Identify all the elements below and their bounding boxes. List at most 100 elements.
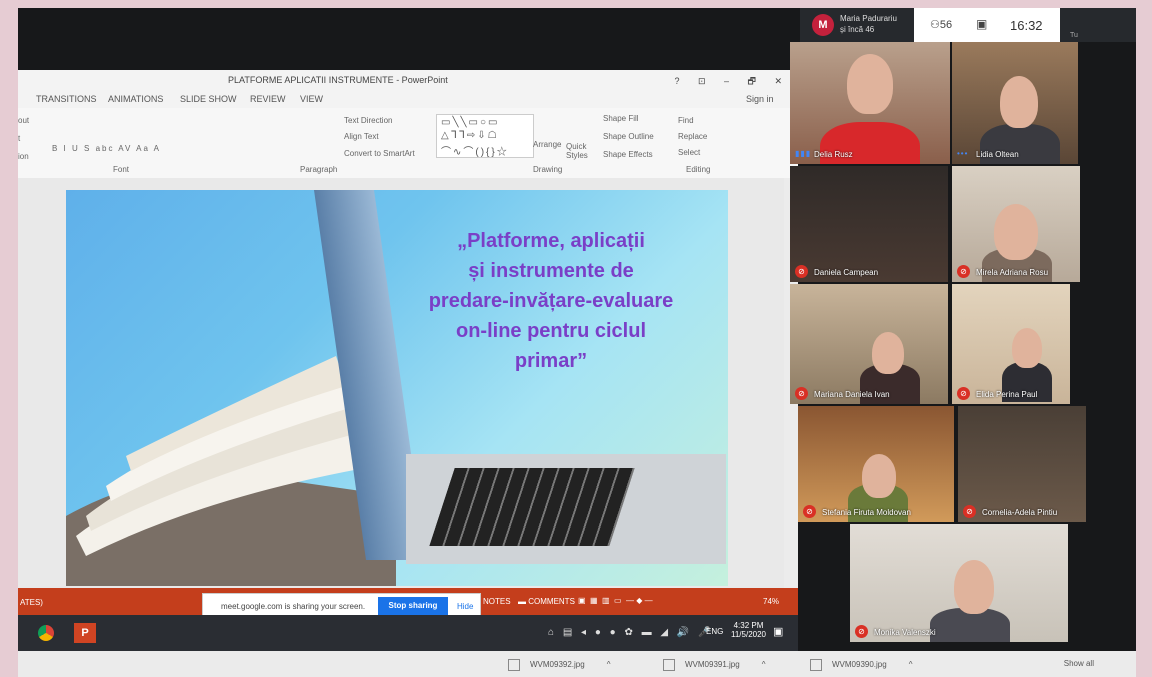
- share-message: meet.google.com is sharing your screen.: [221, 602, 366, 611]
- avatar[interactable]: M: [812, 14, 834, 36]
- participant-tile[interactable]: ⊘ Mariana Daniela Ivan: [790, 284, 948, 404]
- mic-off-icon: ⊘: [795, 387, 808, 400]
- slide-title-line: „Platforme, aplicații: [457, 230, 645, 252]
- keyboard-keys: [429, 468, 635, 546]
- speaking-icon: •••: [957, 149, 969, 158]
- people-icon[interactable]: ⚇56: [930, 18, 952, 31]
- meet-header: M Maria Padurariu și încă 46 ⚇56 ▣ 16:32…: [800, 8, 1136, 42]
- view-buttons[interactable]: ▣ ▦ ▥ ▭ — ◆ —: [578, 596, 668, 605]
- participant-tile[interactable]: ⊘ Monika Valenszki: [850, 524, 1068, 642]
- notifications-icon[interactable]: ▣: [773, 625, 783, 638]
- participant-tile[interactable]: ⊘ Daniela Campean: [790, 166, 948, 282]
- sign-in-link[interactable]: Sign in: [746, 94, 774, 104]
- tab-animations[interactable]: ANIMATIONS: [108, 94, 163, 104]
- chevron-up-icon[interactable]: ^: [762, 660, 766, 669]
- presenter-info: Maria Padurariu și încă 46: [840, 13, 897, 35]
- participant-name: Mirela Adriana Rosu: [976, 268, 1049, 277]
- participant-face: [954, 560, 994, 614]
- mic-off-icon: ⊘: [957, 265, 970, 278]
- align-text-button[interactable]: Align Text: [344, 132, 379, 141]
- participant-name: Stefania Firuta Moldovan: [822, 508, 911, 517]
- ribbon-side-label: ion: [18, 152, 29, 161]
- chevron-up-icon[interactable]: ^: [607, 660, 611, 669]
- shape-outline-button[interactable]: Shape Outline: [603, 132, 654, 141]
- replace-button[interactable]: Replace: [678, 132, 707, 141]
- download-item[interactable]: WVM09390.jpg ^: [810, 659, 912, 671]
- slide-title-line: primar”: [514, 350, 588, 372]
- slide-title-line: și instrumente de: [468, 260, 634, 282]
- participant-tile[interactable]: ⊘ Cornelia-Adela Pintiu: [958, 406, 1086, 522]
- mic-off-icon: ⊘: [803, 505, 816, 518]
- comments-label: COMMENTS: [528, 597, 575, 606]
- shape-fill-button[interactable]: Shape Fill: [603, 114, 639, 123]
- font-format-buttons[interactable]: B I U S abc AV Aa A: [52, 144, 161, 153]
- laptop-keyboard-image: [406, 454, 726, 564]
- image-file-icon: [663, 659, 675, 671]
- tab-view[interactable]: VIEW: [300, 94, 323, 104]
- participant-face: [847, 54, 893, 114]
- participant-tile[interactable]: ••• Lidia Oltean: [952, 42, 1078, 164]
- stop-sharing-button[interactable]: Stop sharing: [378, 597, 448, 615]
- drawing-group-label: Drawing: [533, 165, 563, 174]
- hide-button[interactable]: Hide: [457, 602, 473, 611]
- participant-tile[interactable]: ⊘ Stefania Firuta Moldovan: [798, 406, 954, 522]
- participant-face: [1012, 328, 1042, 368]
- slide-canvas: „Platforme, aplicații și instrumente de …: [18, 178, 798, 588]
- text-direction-button[interactable]: Text Direction: [344, 116, 392, 125]
- mic-off-icon: ⊘: [855, 625, 868, 638]
- font-group-label: Font: [113, 165, 130, 174]
- powerpoint-title-bar: PLATFORME APLICATII INSTRUMENTE - PowerP…: [18, 70, 798, 90]
- participant-name: Elida Perina Paul: [976, 390, 1038, 399]
- chat-icon[interactable]: ▣: [976, 17, 987, 31]
- system-tray-icons[interactable]: ⌂ ▤ ◂ ● ● ✿ ▬ ◢ 🔊 🎤: [548, 627, 714, 638]
- show-all-button[interactable]: Show all: [1064, 659, 1094, 668]
- shapes-gallery[interactable]: ▭╲╲▭○▭ △ᒣᒣ⇨⇩☖ ⌒∿⌒(){}☆: [436, 114, 534, 158]
- download-filename: WVM09390.jpg: [832, 660, 887, 670]
- tab-transitions[interactable]: TRANSITIONS: [36, 94, 97, 104]
- download-filename: WVM09392.jpg: [530, 660, 585, 670]
- zoom-level[interactable]: 74%: [763, 597, 779, 606]
- participant-tile[interactable]: ⊘ Mirela Adriana Rosu: [952, 166, 1080, 282]
- find-button[interactable]: Find: [678, 116, 694, 125]
- participant-tile[interactable]: ▮▮▮ Delia Rusz: [790, 42, 950, 164]
- shape-row: ⌒∿⌒(){}☆: [441, 147, 509, 158]
- powerpoint-status-bar: ATES) meet.google.com is sharing your sc…: [18, 588, 798, 619]
- shape-row: ▭╲╲▭○▭: [441, 117, 500, 128]
- ribbon-tabs: TRANSITIONS ANIMATIONS SLIDE SHOW REVIEW…: [18, 90, 798, 108]
- comments-button[interactable]: ▬ COMMENTS: [518, 597, 575, 606]
- tab-slide-show[interactable]: SLIDE SHOW: [180, 94, 237, 104]
- participant-name: Lidia Oltean: [976, 150, 1019, 159]
- download-filename: WVM09391.jpg: [685, 660, 740, 670]
- taskbar: P ⌂ ▤ ◂ ● ● ✿ ▬ ◢ 🔊 🎤 ENG 4:32 PM 11/5/2…: [18, 615, 798, 651]
- language-indicator[interactable]: ENG: [706, 627, 723, 636]
- slide-title-line: on-line pentru ciclul: [455, 320, 646, 342]
- arrange-button[interactable]: Arrange: [533, 140, 561, 149]
- ribbon: out t ion B I U S abc AV Aa A Font Text …: [18, 108, 798, 179]
- participant-face: [1000, 76, 1038, 128]
- convert-smartart-button[interactable]: Convert to SmartArt: [344, 149, 415, 158]
- speaking-icon: ▮▮▮: [795, 149, 812, 158]
- tab-review[interactable]: REVIEW: [250, 94, 286, 104]
- window-controls[interactable]: ? ⊡ – 🗗 ✕: [674, 74, 790, 90]
- clock-date: 11/5/2020: [731, 630, 766, 639]
- slide[interactable]: „Platforme, aplicații și instrumente de …: [66, 190, 728, 586]
- taskbar-clock[interactable]: 4:32 PM 11/5/2020: [731, 621, 766, 639]
- select-button[interactable]: Select: [678, 148, 700, 157]
- chrome-icon[interactable]: [38, 625, 54, 641]
- shape-effects-button[interactable]: Shape Effects: [603, 150, 653, 159]
- mic-off-icon: ⊘: [957, 387, 970, 400]
- ribbon-side-label: out: [18, 116, 30, 125]
- download-item[interactable]: WVM09391.jpg ^: [663, 659, 765, 671]
- presenter-sub: și încă 46: [840, 25, 875, 34]
- slide-title-line: predare-invățare-evaluare: [428, 290, 674, 312]
- download-item[interactable]: WVM09392.jpg ^: [508, 659, 610, 671]
- slide-title: „Platforme, aplicații și instrumente de …: [391, 226, 711, 376]
- notes-button[interactable]: NOTES: [483, 597, 511, 606]
- quick-styles-button[interactable]: Quick Styles: [566, 142, 592, 160]
- powerpoint-taskbar-icon[interactable]: P: [74, 623, 96, 643]
- mic-off-icon: ⊘: [963, 505, 976, 518]
- participant-name: Mariana Daniela Ivan: [814, 390, 890, 399]
- powerpoint-window: PLATFORME APLICATII INSTRUMENTE - PowerP…: [18, 70, 798, 619]
- participant-tile[interactable]: ⊘ Elida Perina Paul: [952, 284, 1070, 404]
- chevron-up-icon[interactable]: ^: [909, 660, 913, 669]
